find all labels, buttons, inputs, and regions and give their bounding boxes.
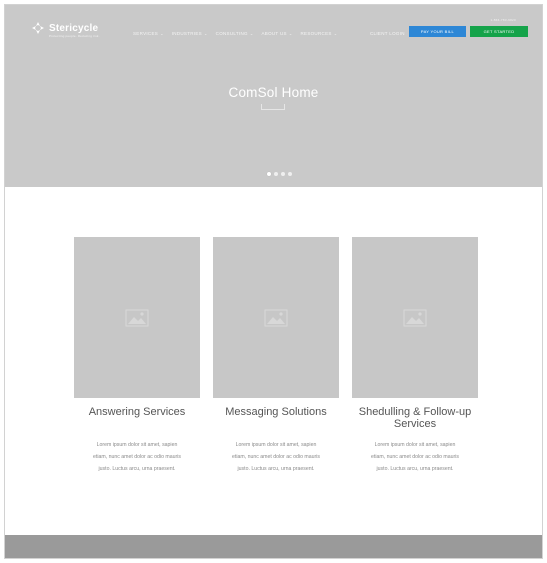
carousel-dot[interactable] <box>288 172 292 176</box>
carousel-dot[interactable] <box>267 172 271 176</box>
chevron-down-icon: ⌄ <box>333 31 338 36</box>
card-image-placeholder <box>213 237 339 398</box>
nav-item-label: SERVICES <box>133 31 159 36</box>
card-image-placeholder <box>74 237 200 398</box>
phone-number[interactable]: 1-866-783-9820 <box>490 18 516 22</box>
chevron-down-icon: ⌄ <box>249 31 254 36</box>
nav-item-label: ABOUT US <box>261 31 287 36</box>
nav-item-label: CONSULTING <box>215 31 248 36</box>
nav-item-label: INDUSTRIES <box>171 31 202 36</box>
card-description-line: Lorem ipsum dolor sit amet, sapien <box>235 442 317 448</box>
carousel-dot[interactable] <box>281 172 285 176</box>
client-login-link[interactable]: CLIENT LOGIN <box>370 31 405 36</box>
stericycle-logo-icon <box>31 21 45 35</box>
footer-bar <box>5 535 542 558</box>
carousel-dot[interactable] <box>274 172 278 176</box>
nav-item-consulting[interactable]: CONSULTING ⌄ <box>216 31 254 36</box>
top-navigation-bar: Stericycle Protecting people. Reducing r… <box>5 5 542 53</box>
carousel-indicators <box>267 172 292 176</box>
card-description-line: etiam, nunc amet dolor ac odio mauris <box>371 454 459 460</box>
hero-banner: Stericycle Protecting people. Reducing r… <box>5 5 542 187</box>
card-description-line: Lorem ipsum dolor sit amet, sapien <box>374 442 456 448</box>
card-image-placeholder <box>352 237 478 398</box>
nav-item-resources[interactable]: RESOURCES ⌄ <box>300 31 337 36</box>
hero-title: ComSol Home <box>228 85 319 100</box>
brand-tagline: Protecting people. Reducing risk. <box>49 34 100 38</box>
chevron-down-icon: ⌄ <box>160 31 164 36</box>
brand-logo[interactable]: Stericycle <box>31 21 98 35</box>
main-nav: SERVICES ⌄ INDUSTRIES ⌄ CONSULTING ⌄ ABO… <box>133 31 337 36</box>
nav-item-label: RESOURCES <box>300 31 332 36</box>
image-placeholder-icon <box>125 309 149 326</box>
card-description-line: etiam, nunc amet dolor ac odio mauris <box>93 454 181 460</box>
card-title-line: Services <box>393 418 437 430</box>
pay-bill-button[interactable]: PAY YOUR BILL <box>409 26 466 37</box>
hero-title-underline <box>261 104 285 110</box>
card-title: Answering Services <box>88 406 186 418</box>
chevron-down-icon: ⌄ <box>288 31 293 36</box>
card-description-line: Lorem ipsum dolor sit amet, sapien <box>96 442 178 448</box>
nav-item-services[interactable]: SERVICES ⌄ <box>133 31 164 36</box>
nav-item-about-us[interactable]: ABOUT US ⌄ <box>261 31 292 36</box>
nav-item-industries[interactable]: INDUSTRIES ⌄ <box>172 31 208 36</box>
card-description-line: justo. Luctus arcu, urna praesent. <box>376 466 454 472</box>
brand-name: Stericycle <box>49 22 99 34</box>
card-title: Messaging Solutions <box>225 406 327 418</box>
card-description-line: etiam, nunc amet dolor ac odio mauris <box>232 454 320 460</box>
chevron-down-icon: ⌄ <box>204 31 208 36</box>
image-placeholder-icon <box>403 309 427 326</box>
card-title-line: Shedulling & Follow-up <box>358 406 472 418</box>
card-description-line: justo. Luctus arcu, urna praesent. <box>98 466 176 472</box>
card-description-line: justo. Luctus arcu, urna praesent. <box>237 466 315 472</box>
image-placeholder-icon <box>264 309 288 326</box>
get-started-button[interactable]: GET STARTED <box>470 26 528 37</box>
page-frame: Stericycle Protecting people. Reducing r… <box>4 4 543 559</box>
